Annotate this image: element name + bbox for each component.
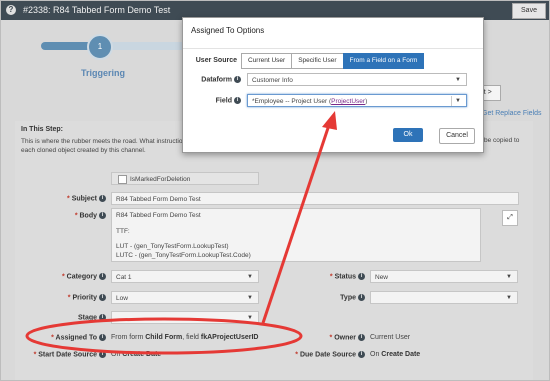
highlight-ellipse xyxy=(25,317,303,355)
annotation-arrow-line xyxy=(261,124,331,324)
app-window: ? #2338: R84 Tabbed Form Demo Test Save … xyxy=(0,0,550,381)
annotation-arrowhead xyxy=(322,111,337,130)
annotation-overlay xyxy=(25,111,337,355)
